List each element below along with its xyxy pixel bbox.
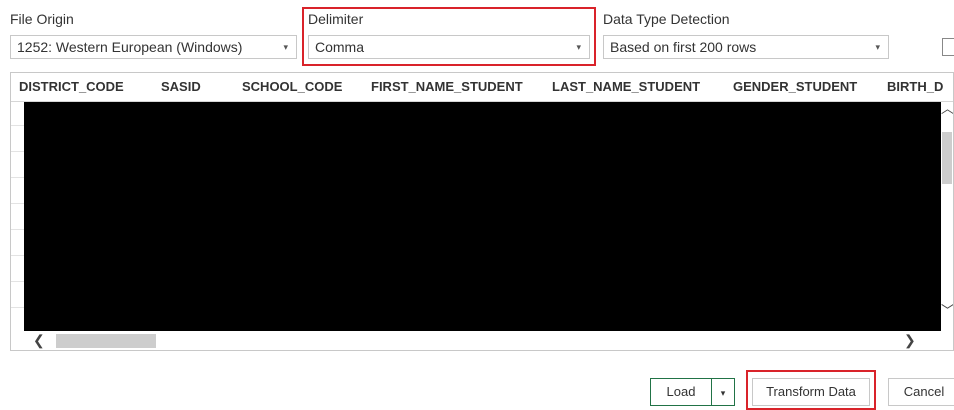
horizontal-scroll-thumb[interactable]	[56, 334, 156, 348]
horizontal-scrollbar[interactable]: ❮ ❯	[11, 331, 953, 350]
data-type-detection-select[interactable]: Based on first 200 rows ▾	[603, 35, 889, 59]
refresh-preview-icon[interactable]	[942, 38, 954, 56]
scroll-up-icon[interactable]: ︿	[941, 98, 953, 117]
column-header: LAST_NAME_STUDENT	[552, 79, 701, 94]
column-header: BIRTH_D	[887, 79, 944, 94]
file-origin-select[interactable]: 1252: Western European (Windows) ▾	[10, 35, 297, 59]
scroll-down-icon[interactable]: ﹀	[941, 300, 953, 319]
vertical-scroll-thumb[interactable]	[942, 132, 952, 184]
row-divider	[11, 307, 25, 308]
table-header: DISTRICT_CODE SASID SCHOOL_CODE FIRST_NA…	[11, 73, 953, 102]
column-header: SASID	[161, 79, 201, 94]
chevron-down-icon: ▾	[283, 42, 288, 52]
delimiter-highlight	[302, 7, 596, 66]
load-button[interactable]: Load	[650, 378, 712, 406]
column-header: DISTRICT_CODE	[19, 79, 124, 94]
scroll-right-icon[interactable]: ❯	[904, 332, 916, 349]
row-divider	[11, 229, 25, 230]
data-preview-table: DISTRICT_CODE SASID SCHOOL_CODE FIRST_NA…	[10, 72, 954, 351]
data-type-detection-label: Data Type Detection	[603, 11, 730, 27]
file-origin-value: 1252: Western European (Windows)	[17, 39, 243, 55]
row-divider	[11, 151, 25, 152]
data-type-detection-value: Based on first 200 rows	[610, 39, 757, 55]
vertical-scrollbar[interactable]: ︿ ﹀	[941, 101, 953, 332]
redacted-data	[24, 102, 942, 331]
column-header: GENDER_STUDENT	[733, 79, 858, 94]
row-divider	[11, 125, 25, 126]
row-divider	[11, 203, 25, 204]
scroll-left-icon[interactable]: ❮	[33, 332, 45, 349]
chevron-down-icon: ▾	[720, 388, 726, 398]
file-origin-label: File Origin	[10, 11, 74, 27]
column-header: SCHOOL_CODE	[242, 79, 343, 94]
transform-data-highlight	[746, 370, 876, 410]
column-header: FIRST_NAME_STUDENT	[371, 79, 523, 94]
row-divider	[11, 177, 25, 178]
chevron-down-icon: ▾	[875, 42, 880, 52]
row-divider	[11, 255, 25, 256]
row-divider	[11, 281, 25, 282]
cancel-button[interactable]: Cancel	[888, 378, 954, 406]
load-options-button[interactable]: ▾	[711, 378, 735, 406]
